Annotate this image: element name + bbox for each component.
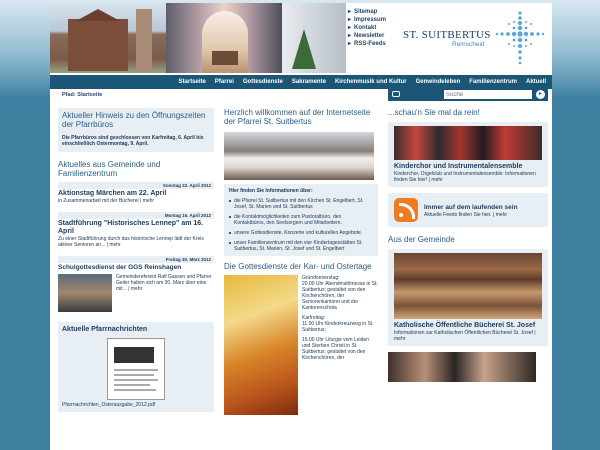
info-box: Hier finden Sie Informationen über: die … [224,184,378,256]
pfarr-link[interactable]: Pfarrnachrichten_Osterausgabe_2012.pdf [62,402,210,408]
news-date-2: Montag 16. April 2012 [58,212,214,219]
nav-pfarrei[interactable]: Pfarrei [215,75,234,89]
info-item-2: die Kontaktmöglichkeiten zum Pastoralbür… [229,214,373,226]
christmas-tree-photo [282,3,346,73]
info-item-4: unser Familienzentrum mit den vier Kinde… [229,240,373,252]
print-icon[interactable] [392,91,400,97]
library-title[interactable]: Katholische Öffentliche Bücherei St. Jos… [394,322,542,330]
main-nav: Startseite Pfarrei Gottesdienste Sakrame… [50,75,552,89]
altar [212,51,238,65]
link-impressum[interactable]: Impressum [348,16,386,24]
easter-text: Gründonnerstag: 20.00 Uhr Abendmahlmesse… [302,275,378,415]
pfarrnachrichten-box: Aktuelle Pfarrnachrichten Pfarrnachricht… [58,322,214,412]
choir-text: Kinderchor, Orgelclub und Instrumentalen… [394,171,536,183]
news-title-3[interactable]: Schulgottesdienst der GGS Reinshagen [58,264,214,272]
rss-icon[interactable] [394,198,418,222]
right-column: ...schau'n Sie mal da rein! Kinderchor u… [388,108,548,382]
notice-title[interactable]: Aktueller Hinweis zu den Öffnungszeiten … [62,111,210,129]
news-text-2: Zu einer Stadtführung durch das historis… [58,236,204,248]
easter-line-4: 11.00 Uhr Kinderkreuzweg in St. Suitbert… [302,321,374,333]
news-section-title: Aktuelles aus Gemeinde und Familienzentr… [58,160,161,178]
rss-title[interactable]: Immer auf dem laufenden sein [424,204,518,212]
easter-line-2: 20.00 Uhr Abendmahlmesse in St. Suitbert… [302,281,378,311]
easter-line-5: 15.00 Uhr Liturgie vom Leiden und Sterbe… [302,337,369,361]
link-sitemap[interactable]: Sitemap [348,8,386,16]
right-section-title: ...schau'n Sie mal da rein! [388,108,480,117]
easter-title: Die Gottesdienste der Kar- und Ostertage [224,262,372,271]
nav-gottesdienste[interactable]: Gottesdienste [243,75,283,89]
news-date-3: Freitag 30. März 2012 [58,256,214,263]
library-photo[interactable] [394,253,542,319]
link-rss-feeds[interactable]: RSS-Feeds [348,40,386,48]
site-brand[interactable]: ST. SUITBERTUS [403,29,491,41]
notice-box: Aktueller Hinweis zu den Öffnungszeiten … [58,108,214,152]
news-date-1: Sonntag 22. April 2012 [58,182,214,189]
church-interior-photo [166,3,282,73]
middle-column: Herzlich willkommen auf der Internetseit… [224,108,378,415]
nav-sakramente[interactable]: Sakramente [292,75,326,89]
link-kontakt[interactable]: Kontakt [348,24,386,32]
header: Sitemap Impressum Kontakt Newsletter RSS… [50,3,552,73]
info-item-1: die Pfarrei St. Suitbertus mit den Kirch… [229,198,373,210]
site-brand-sub: Remscheid [452,41,485,48]
news-item-3: Gemeindereferent Ralf Gassen und Pfarrer… [58,274,214,312]
easter-painting [224,275,298,415]
community-title: Aus der Gemeinde [388,235,455,244]
cross-logo-icon [495,11,545,65]
easter-content: Gründonnerstag: 20.00 Uhr Abendmahlmesse… [224,275,378,415]
news-text-3: Gemeindereferent Ralf Gassen und Pfarrer… [116,274,212,292]
nav-kirchenmusik[interactable]: Kirchenmusik und Kultur [335,75,407,89]
nav-aktuell[interactable]: Aktuell [526,75,546,89]
search-go-icon[interactable]: ▸ [536,90,545,99]
news-title-2[interactable]: Stadtführung "Historisches Lennep" am 16… [58,220,214,236]
choir-box: Kinderchor und Instrumentalensemble Kind… [388,122,548,187]
library-box: Katholische Öffentliche Bücherei St. Jos… [388,249,548,346]
news-text-1: in Zusammenarbeit mit der Bücherei | meh… [58,198,155,204]
community-photo[interactable] [388,352,536,382]
church-tower [136,9,152,71]
top-links: Sitemap Impressum Kontakt Newsletter RSS… [348,8,386,48]
pfarrnachrichten-thumbnail[interactable] [107,338,165,400]
info-item-3: unsere Gottesdienste, Konzerte und kultu… [229,230,373,236]
school-service-photo[interactable] [58,274,112,312]
left-column: Aktueller Hinweis zu den Öffnungszeiten … [58,108,214,412]
pfarr-title: Aktuelle Pfarrnachrichten [62,326,148,333]
news-title-1[interactable]: Aktionstag Märchen am 22. April [58,190,214,198]
breadcrumb: Pfad: Startseite [62,92,103,98]
choir-photo[interactable] [394,126,542,160]
choir-title[interactable]: Kinderchor und Instrumentalensemble [394,163,542,171]
christmas-tree [292,29,316,69]
link-newsletter[interactable]: Newsletter [348,32,386,40]
church-exterior-photo [50,3,166,73]
nav-gemeindeleben[interactable]: Gemeindeleben [416,75,461,89]
procession-photo [224,132,374,180]
rss-box: Immer auf dem laufenden sein Aktuelle Fe… [388,193,548,227]
search-input[interactable] [444,90,532,99]
rss-text: Aktuelle Feeds finden Sie hier. | mehr [424,211,508,218]
nav-familienzentrum[interactable]: Familienzentrum [469,75,517,89]
notice-text: Die Pfarrbüros sind geschlossen von Karf… [62,135,204,147]
info-heading: Hier finden Sie Informationen über: [229,188,313,194]
welcome-title: Herzlich willkommen auf der Internetseit… [224,108,371,126]
nav-startseite[interactable]: Startseite [179,75,206,89]
search-bar: ▸ [388,88,548,101]
library-text: Informationen zur Katholischen Öffentlic… [394,330,536,342]
church-building [68,9,128,71]
